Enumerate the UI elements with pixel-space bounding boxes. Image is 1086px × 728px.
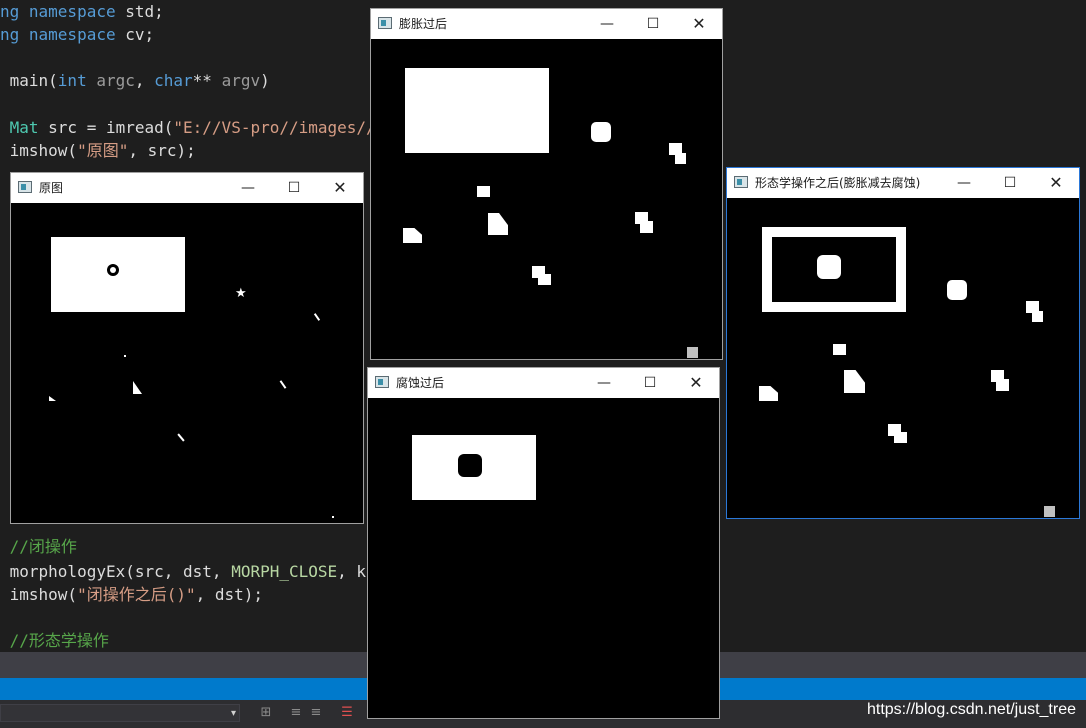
image-blob [687, 347, 698, 358]
image-blob [894, 432, 907, 443]
image-speck [313, 313, 321, 321]
code-line-4: Mat src = imread("E://VS-pro//images//l [0, 118, 386, 137]
image-canvas [371, 39, 722, 359]
image-hole [458, 454, 482, 477]
minimize-button[interactable]: — [581, 368, 627, 398]
image-triangle [133, 381, 142, 394]
code-line-5: imshow("原图", src); [0, 141, 196, 160]
code-line-7: morphologyEx(src, dst, MORPH_CLOSE, ke [0, 562, 376, 581]
image-blob [403, 228, 422, 243]
image-blob [1032, 311, 1043, 322]
image-blob [477, 186, 490, 197]
app-window-icon [378, 17, 392, 29]
image-hole [107, 264, 119, 276]
image-rectangle [405, 68, 549, 153]
image-canvas [368, 398, 719, 718]
titlebar[interactable]: 腐蚀过后 — ☐ ✕ [368, 368, 719, 398]
titlebar[interactable]: 原图 — ☐ ✕ [11, 173, 363, 203]
minimize-button[interactable]: — [225, 173, 271, 203]
scope-dropdown[interactable]: ▾ [0, 704, 240, 722]
code-line-1: ng namespace std; [0, 2, 164, 21]
image-blob [640, 221, 653, 233]
format-icon[interactable]: ⊞ [258, 705, 274, 721]
image-blob [844, 370, 865, 393]
titlebar[interactable]: 膨胀过后 — ☐ ✕ [371, 9, 722, 39]
minimize-button[interactable]: — [584, 9, 630, 39]
image-canvas: ★ [11, 203, 363, 523]
image-blob [947, 280, 967, 300]
app-window-icon [375, 376, 389, 388]
code-line-3: main(int argc, char** argv) [0, 71, 270, 90]
bookmark-icon[interactable]: ☰ [339, 705, 355, 721]
minimize-button[interactable]: — [941, 168, 987, 198]
maximize-button[interactable]: ☐ [630, 9, 676, 39]
app-window-icon [734, 176, 748, 188]
image-blob [675, 153, 686, 164]
image-rectangle [51, 237, 185, 312]
close-button[interactable]: ✕ [1033, 168, 1079, 198]
outdent-icon[interactable]: ≡ [288, 705, 304, 721]
close-button[interactable]: ✕ [673, 368, 719, 398]
window-title: 形态学操作之后(膨胀减去腐蚀) [755, 176, 921, 190]
window-title: 原图 [39, 181, 64, 195]
window-title: 腐蚀过后 [396, 376, 445, 390]
window-gradient[interactable]: 形态学操作之后(膨胀减去腐蚀) — ☐ ✕ [726, 167, 1080, 519]
image-speck [332, 516, 334, 518]
image-blob [1044, 506, 1055, 517]
image-canvas [727, 198, 1079, 518]
code-line-6: //闭操作 [0, 537, 77, 556]
image-speck [49, 396, 56, 401]
chevron-down-icon[interactable]: ▾ [231, 705, 236, 723]
image-blob [591, 122, 611, 142]
image-speck [124, 355, 126, 357]
app-window-icon [18, 181, 32, 193]
code-line-9: //形态学操作 [0, 631, 109, 650]
window-erode[interactable]: 腐蚀过后 — ☐ ✕ [367, 367, 720, 719]
image-blob [759, 386, 778, 401]
image-rectangle [412, 435, 536, 500]
code-line-8: imshow("闭操作之后()", dst); [0, 585, 264, 604]
image-blob [538, 274, 551, 285]
maximize-button[interactable]: ☐ [987, 168, 1033, 198]
window-original[interactable]: 原图 — ☐ ✕ ★ [10, 172, 364, 524]
image-speck [279, 380, 287, 389]
maximize-button[interactable]: ☐ [271, 173, 317, 203]
image-blob [817, 255, 841, 279]
window-title: 膨胀过后 [399, 17, 448, 31]
window-dilate[interactable]: 膨胀过后 — ☐ ✕ [370, 8, 723, 360]
code-line-2: ng namespace cv; [0, 25, 155, 44]
image-blob [996, 379, 1009, 391]
close-button[interactable]: ✕ [676, 9, 722, 39]
indent-icon[interactable]: ≡ [308, 705, 324, 721]
image-blob [833, 344, 846, 355]
image-star: ★ [235, 286, 247, 301]
watermark: https://blog.csdn.net/just_tree [866, 701, 1076, 718]
image-speck [177, 433, 185, 442]
image-blob [488, 213, 508, 235]
close-button[interactable]: ✕ [317, 173, 363, 203]
maximize-button[interactable]: ☐ [627, 368, 673, 398]
titlebar[interactable]: 形态学操作之后(膨胀减去腐蚀) — ☐ ✕ [727, 168, 1079, 198]
